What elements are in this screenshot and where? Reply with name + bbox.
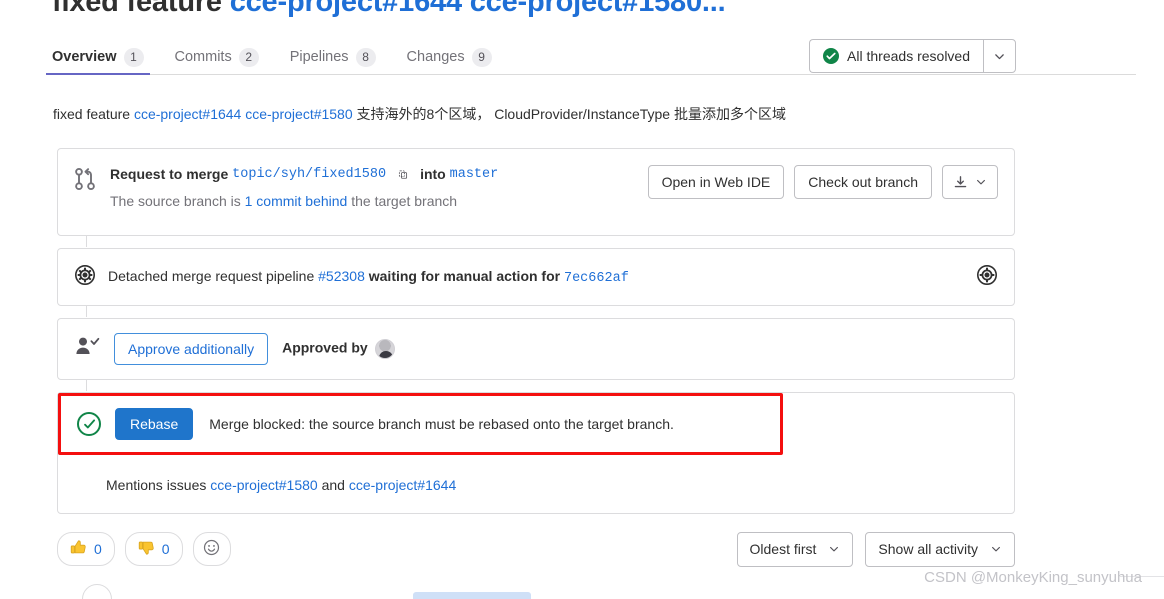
thumbs-up-icon <box>70 539 87 559</box>
desc-prefix: fixed feature <box>53 106 134 122</box>
page-title: fixed feature cce-project#1644 cce-proje… <box>52 0 726 19</box>
all-threads-resolved-button[interactable]: All threads resolved <box>809 39 983 73</box>
activity-filter-dropdown[interactable]: Show all activity <box>865 531 1015 567</box>
add-reaction-button[interactable] <box>192 532 231 566</box>
sort-order-dropdown[interactable]: Oldest first <box>736 531 854 567</box>
mentions-prefix: Mentions issues <box>106 477 211 493</box>
smiley-icon <box>203 539 220 559</box>
mentions-issues-text: Mentions issues cce-project#1580 and cce… <box>58 455 1014 513</box>
tab-pipelines-label: Pipelines <box>289 49 349 65</box>
approved-by-text: Approved by <box>282 339 368 356</box>
title-separator <box>462 0 470 18</box>
watermark: CSDN @MonkeyKing_sunyuhua <box>924 569 1142 586</box>
thumbs-down-reaction-button[interactable]: 0 <box>124 532 183 566</box>
tab-changes-count: 9 <box>471 47 492 67</box>
thumbs-up-reaction-button[interactable]: 0 <box>57 532 115 566</box>
approval-check-user-icon <box>74 335 100 364</box>
into-label: into <box>420 166 446 182</box>
page-title-text: fixed feature <box>52 0 230 18</box>
desc-ref-1580[interactable]: cce-project#1580 <box>245 106 352 122</box>
mr-description: fixed feature cce-project#1644 cce-proje… <box>53 104 786 124</box>
thumbs-down-count: 0 <box>161 541 170 557</box>
check-out-branch-button[interactable]: Check out branch <box>794 165 932 199</box>
page-title-ref-1644[interactable]: cce-project#1644 <box>230 0 462 18</box>
merge-blocked-message: Merge blocked: the source branch must be… <box>209 416 674 432</box>
pipeline-text-prefix: Detached merge request pipeline <box>108 268 319 284</box>
check-circle-icon <box>823 48 840 64</box>
chevron-down-icon <box>977 179 985 185</box>
widget-connector <box>86 235 87 247</box>
sort-filter-group: Oldest first Show all activity <box>736 531 1015 567</box>
widget-connector <box>86 305 87 317</box>
widget-connector <box>86 379 87 391</box>
chevron-down-icon <box>830 546 839 552</box>
pipeline-manual-gear-icon <box>74 264 96 291</box>
merge-request-headline: Request to merge topic/syh/fixed1580 int… <box>110 163 648 185</box>
mentions-conj: and <box>317 477 349 493</box>
page-title-ref-1580[interactable]: cce-project#1580... <box>470 0 726 18</box>
tab-pipelines-count: 8 <box>355 47 376 67</box>
tab-changes-label: Changes <box>406 49 465 65</box>
thumbs-up-count: 0 <box>94 541 102 557</box>
merge-state-widget: Rebase Merge blocked: the source branch … <box>57 392 1015 514</box>
pipeline-text-middle: waiting for manual action for <box>364 268 564 284</box>
behind-prefix: The source branch is <box>110 193 245 209</box>
threads-resolved-control: All threads resolved <box>809 39 1016 73</box>
pipeline-id-link[interactable]: #52308 <box>318 268 365 284</box>
commit-sha-link[interactable]: 7ec662af <box>564 271 629 286</box>
thumbs-down-icon <box>138 539 155 559</box>
download-dropdown-button[interactable] <box>942 165 998 199</box>
chevron-down-icon <box>992 546 1000 552</box>
desc-suffix: 支持海外的8个区域， CloudProvider/InstanceType 批量… <box>352 106 786 122</box>
mr-widget-stack: Request to merge topic/syh/fixed1580 int… <box>57 148 1015 514</box>
reactions-group: 0 0 <box>57 532 231 566</box>
mentions-ref-1644[interactable]: cce-project#1644 <box>349 477 456 493</box>
commits-behind-link[interactable]: 1 commit behind <box>245 193 348 209</box>
approved-by-label: Approved by <box>282 339 395 359</box>
threads-dropdown-toggle[interactable] <box>983 39 1016 73</box>
download-icon <box>954 175 967 187</box>
chevron-down-icon <box>995 53 1004 59</box>
tab-pipelines[interactable]: Pipelines 8 <box>290 40 391 74</box>
avatar[interactable] <box>374 339 395 359</box>
approval-widget: Approve additionally Approved by <box>57 318 1015 391</box>
threads-resolved-label: All threads resolved <box>847 48 970 64</box>
desc-ref-1644[interactable]: cce-project#1644 <box>134 106 241 122</box>
rebase-button[interactable]: Rebase <box>115 408 194 440</box>
request-to-merge-label: Request to merge <box>110 166 229 182</box>
pipeline-widget: Detached merge request pipeline #52308 w… <box>57 248 1015 317</box>
merge-request-body: Request to merge topic/syh/fixed1580 int… <box>110 163 648 219</box>
note-author-avatar <box>82 584 112 599</box>
target-branch-name[interactable]: master <box>450 167 499 182</box>
copy-icon[interactable] <box>392 163 414 185</box>
pipeline-status-text: Detached merge request pipeline #52308 w… <box>108 268 976 286</box>
tab-overview-count: 1 <box>123 47 144 67</box>
activity-toolbar: 0 0 Oldest first Show all activity <box>57 531 1015 567</box>
source-branch-name[interactable]: topic/syh/fixed1580 <box>232 167 386 182</box>
gear-icon[interactable] <box>976 264 998 291</box>
tab-changes[interactable]: Changes 9 <box>407 40 507 74</box>
tab-overview-label: Overview <box>52 49 117 65</box>
approve-additionally-button[interactable]: Approve additionally <box>114 333 269 365</box>
merge-request-widget: Request to merge topic/syh/fixed1580 int… <box>57 148 1015 247</box>
merge-request-icon <box>74 163 110 219</box>
note-input-stub[interactable] <box>413 592 531 599</box>
merge-blocked-highlight: Rebase Merge blocked: the source branch … <box>58 393 783 455</box>
tab-commits-label: Commits <box>174 49 232 65</box>
merge-request-actions: Open in Web IDE Check out branch <box>647 163 998 219</box>
mentions-ref-1580[interactable]: cce-project#1580 <box>210 477 317 493</box>
check-circle-icon <box>77 412 101 436</box>
tab-commits-count: 2 <box>238 47 259 67</box>
behind-suffix: the target branch <box>347 193 458 209</box>
sort-order-label: Oldest first <box>749 541 817 557</box>
branch-behind-status: The source branch is 1 commit behind the… <box>110 193 648 209</box>
activity-filter-label: Show all activity <box>878 541 978 557</box>
open-in-web-ide-button[interactable]: Open in Web IDE <box>647 165 785 199</box>
tab-commits[interactable]: Commits 2 <box>175 40 274 74</box>
merge-request-page: fixed feature cce-project#1644 cce-proje… <box>0 0 1164 599</box>
tab-overview[interactable]: Overview 1 <box>46 40 159 75</box>
